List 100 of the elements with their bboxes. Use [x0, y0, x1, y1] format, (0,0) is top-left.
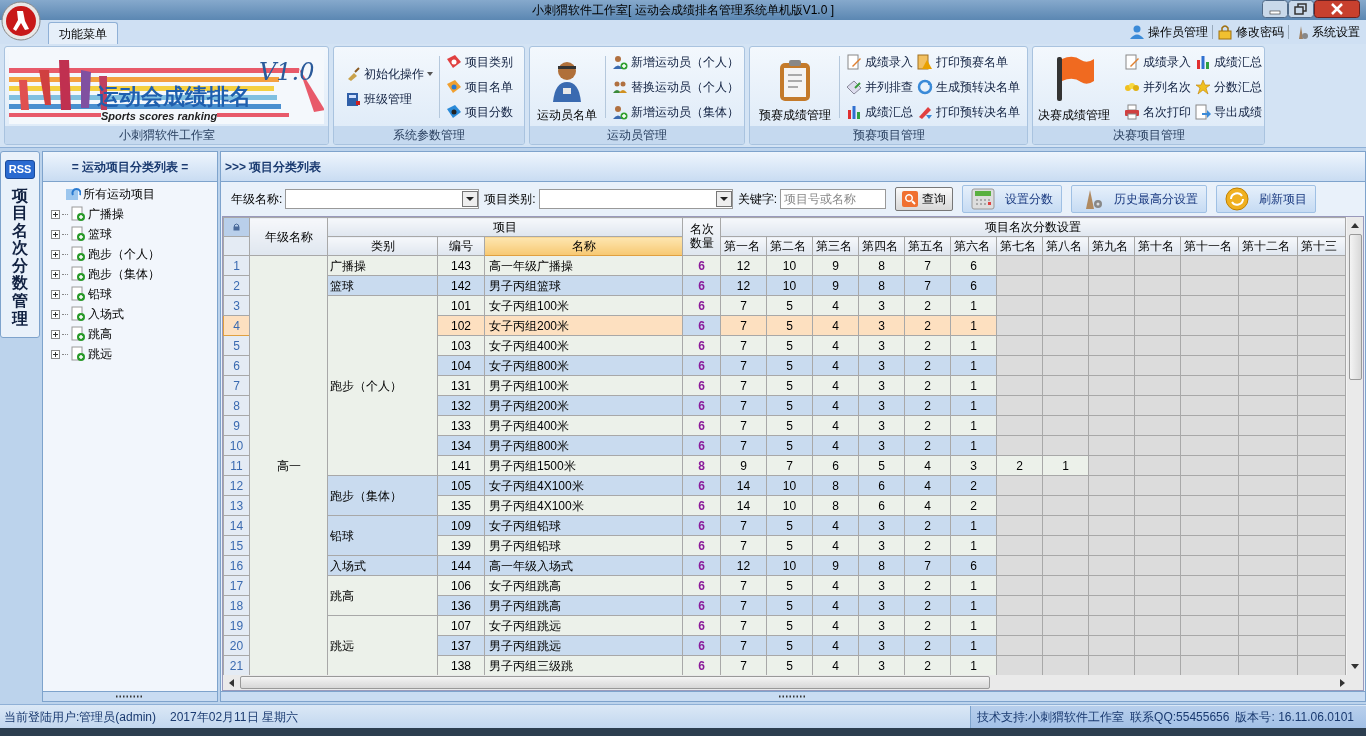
- vertical-scrollbar[interactable]: [1347, 217, 1363, 675]
- ribbon-button[interactable]: 分数汇总: [1194, 76, 1262, 97]
- tree-item[interactable]: 跑步（集体）: [88, 265, 160, 283]
- row-number[interactable]: 2: [223, 275, 250, 296]
- side-tab[interactable]: RSS 项目名次分数管理: [0, 151, 40, 339]
- row-number[interactable]: 1: [223, 255, 250, 276]
- status-text: 联系QQ:55455656: [1130, 708, 1230, 726]
- pencil-document-icon: [846, 53, 862, 70]
- ribbon-button[interactable]: 成绩汇总: [1194, 51, 1262, 72]
- ribbon-tab[interactable]: 功能菜单: [48, 22, 118, 44]
- row-number[interactable]: 14: [223, 515, 250, 536]
- scroll-left-icon: [229, 678, 234, 687]
- expand-icon[interactable]: [51, 349, 60, 359]
- table-cell: 跑步（个人）: [327, 295, 438, 476]
- status-text: 当前登陆用户:管理员(admin): [4, 708, 156, 726]
- row-number[interactable]: 10: [223, 435, 250, 456]
- column-header: 项目: [327, 217, 683, 237]
- ribbon-button[interactable]: 新增运动员（个人）: [612, 51, 739, 72]
- toolbar-button[interactable]: 查询: [895, 187, 954, 211]
- expand-icon[interactable]: [51, 269, 60, 279]
- ribbon-large-button[interactable]: 预赛成绩管理: [757, 49, 833, 124]
- ribbon-button[interactable]: 项目类别: [446, 51, 513, 72]
- document-add-icon: [70, 326, 86, 342]
- row-number[interactable]: 3: [223, 295, 250, 316]
- row-number[interactable]: 20: [223, 635, 250, 656]
- table-cell: 跳远: [327, 615, 438, 675]
- status-text: 技术支持:小刺猬软件工作室: [976, 708, 1125, 726]
- expand-icon[interactable]: [51, 249, 60, 259]
- window-title: 小刺猬软件工作室[ 运动会成绩排名管理系统单机版V1.0 ]: [532, 2, 834, 19]
- tree-item[interactable]: 跳高: [88, 325, 112, 343]
- ribbon-button[interactable]: 并列名次: [1123, 76, 1191, 97]
- tree-item[interactable]: 跳远: [88, 345, 112, 363]
- field-label: 年级名称:: [231, 191, 283, 208]
- column-header[interactable]: 年级名称: [249, 217, 328, 256]
- tree-item[interactable]: 跑步（个人）: [88, 245, 160, 263]
- column-header[interactable]: 名次数量: [682, 217, 721, 256]
- dropdown-field[interactable]: [538, 189, 733, 209]
- close-icon: [1314, 0, 1360, 18]
- search-field[interactable]: 项目号或名称: [780, 189, 887, 209]
- expand-icon[interactable]: [51, 229, 60, 239]
- dropdown-field[interactable]: [285, 189, 480, 209]
- row-number[interactable]: 17: [223, 575, 250, 596]
- row-number[interactable]: 19: [223, 615, 250, 636]
- ribbon-button[interactable]: 项目名单: [446, 76, 513, 97]
- rss-badge: RSS: [4, 160, 36, 179]
- row-number[interactable]: 15: [223, 535, 250, 556]
- status-text: 版本号: 16.11.06.0101: [1235, 708, 1354, 726]
- expand-icon[interactable]: [51, 309, 60, 319]
- row-number[interactable]: 4: [223, 315, 250, 336]
- ribbon-button[interactable]: 替换运动员（个人）: [612, 76, 739, 97]
- calculator-icon: [971, 188, 996, 210]
- ribbon-button[interactable]: 成绩录入: [1123, 51, 1191, 72]
- row-number[interactable]: 16: [223, 555, 250, 576]
- refresh-icon: [917, 78, 933, 95]
- minimize-icon: [1262, 0, 1288, 18]
- tree-item[interactable]: 入场式: [88, 305, 124, 323]
- ribbon-button[interactable]: 成绩录入: [846, 51, 913, 72]
- ribbon-button[interactable]: 名次打印: [1123, 101, 1191, 122]
- expand-icon[interactable]: [51, 289, 60, 299]
- ribbon-button[interactable]: 并列排查: [846, 76, 913, 97]
- toolbar-link[interactable]: 操作员管理: [1129, 23, 1208, 41]
- toolbar-button[interactable]: 历史最高分设置: [1071, 185, 1208, 213]
- ribbon-button[interactable]: 生成预转决名单: [917, 76, 1020, 97]
- expand-icon[interactable]: [51, 209, 60, 219]
- ribbon-button[interactable]: 成绩汇总: [846, 101, 913, 122]
- printer-icon: [1123, 103, 1140, 120]
- star-icon: [1194, 78, 1211, 95]
- ribbon-button[interactable]: 打印预转决名单: [917, 101, 1020, 122]
- row-number[interactable]: 21: [223, 655, 250, 675]
- ribbon-button[interactable]: 项目分数: [446, 101, 513, 122]
- row-number[interactable]: 9: [223, 415, 250, 436]
- tree-item[interactable]: 篮球: [88, 225, 112, 243]
- row-number[interactable]: 6: [223, 355, 250, 376]
- ribbon-button[interactable]: 导出成绩: [1194, 101, 1262, 122]
- row-number[interactable]: 7: [223, 375, 250, 396]
- tree-item[interactable]: 广播操: [88, 205, 124, 223]
- logo-subtitle: Sports scores ranking: [101, 110, 218, 122]
- refresh-icon: [1225, 187, 1250, 211]
- row-number[interactable]: 13: [223, 495, 250, 516]
- ribbon-button[interactable]: 初始化操作: [345, 64, 433, 84]
- row-number[interactable]: 5: [223, 335, 250, 356]
- tree-item[interactable]: 所有运动项目: [83, 185, 155, 203]
- row-number[interactable]: 12: [223, 475, 250, 496]
- ribbon-button[interactable]: 班级管理: [345, 89, 433, 109]
- ribbon-large-button[interactable]: 运动员名单: [535, 49, 599, 124]
- row-number[interactable]: 18: [223, 595, 250, 616]
- toolbar-button[interactable]: 设置分数: [962, 185, 1063, 213]
- ribbon-group-label: 预赛项目管理: [750, 126, 1027, 144]
- ribbon-button[interactable]: 新增运动员（集体）: [612, 101, 739, 122]
- ribbon-button[interactable]: 打印预赛名单: [917, 51, 1020, 72]
- row-number[interactable]: 8: [223, 395, 250, 416]
- toolbar-link[interactable]: 修改密码: [1217, 23, 1284, 41]
- expand-icon[interactable]: [51, 329, 60, 339]
- user-icon: [1129, 24, 1145, 40]
- tree-item[interactable]: 铅球: [88, 285, 112, 303]
- toolbar-link[interactable]: 系统设置: [1293, 23, 1360, 41]
- ribbon-large-button[interactable]: 决赛成绩管理: [1035, 49, 1112, 124]
- horizontal-scrollbar[interactable]: [223, 675, 1363, 690]
- toolbar-button[interactable]: 刷新项目: [1216, 185, 1317, 213]
- row-number[interactable]: 11: [223, 455, 250, 476]
